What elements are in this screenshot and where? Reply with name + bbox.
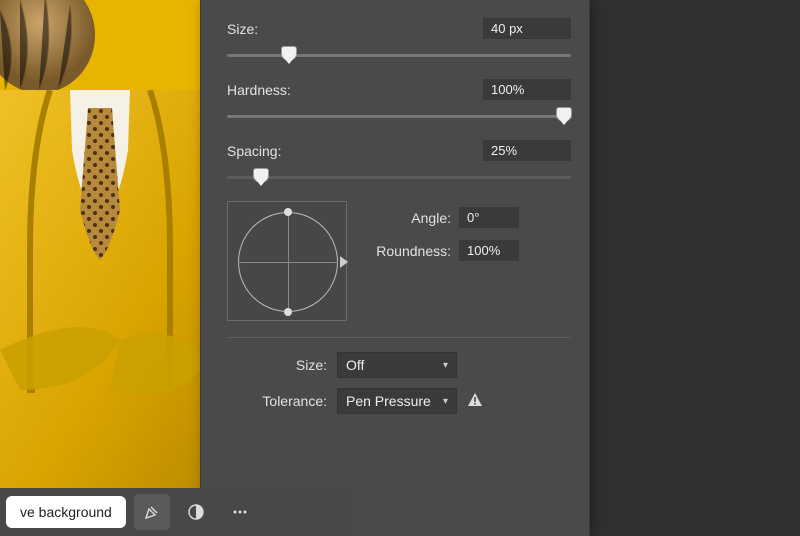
dyn-size-value: Off bbox=[346, 357, 364, 373]
dyn-tolerance-select[interactable]: Pen Pressure ▾ bbox=[337, 388, 457, 414]
more-icon[interactable] bbox=[222, 494, 258, 530]
hardness-input[interactable]: 100% bbox=[483, 79, 571, 100]
divider bbox=[227, 337, 571, 338]
slider-track bbox=[227, 176, 571, 179]
brush-settings-panel: Size: 40 px Hardness: 100% Spacing: 25% bbox=[200, 0, 590, 536]
remove-background-button[interactable]: ve background bbox=[6, 496, 126, 528]
roundness-handle-bottom[interactable] bbox=[284, 308, 292, 316]
size-slider-thumb[interactable] bbox=[281, 46, 297, 60]
size-label: Size: bbox=[227, 21, 258, 37]
spacing-slider[interactable] bbox=[227, 167, 571, 187]
chevron-down-icon: ▾ bbox=[443, 360, 448, 371]
preview-jacket bbox=[0, 90, 200, 500]
warning-icon bbox=[467, 392, 483, 411]
dyn-tolerance-value: Pen Pressure bbox=[346, 393, 431, 409]
bottom-toolbar: ve background bbox=[0, 488, 350, 536]
pen-tool-icon[interactable] bbox=[134, 494, 170, 530]
spacing-label: Spacing: bbox=[227, 143, 281, 159]
crosshair-v bbox=[288, 212, 289, 312]
hardness-slider[interactable] bbox=[227, 106, 571, 126]
hardness-slider-thumb[interactable] bbox=[556, 107, 572, 121]
chevron-down-icon: ▾ bbox=[443, 396, 448, 407]
roundness-label: Roundness: bbox=[365, 243, 451, 259]
size-slider[interactable] bbox=[227, 45, 571, 65]
dyn-tolerance-label: Tolerance: bbox=[227, 393, 327, 409]
size-input[interactable]: 40 px bbox=[483, 18, 571, 39]
spacing-input[interactable]: 25% bbox=[483, 140, 571, 161]
hardness-label: Hardness: bbox=[227, 82, 291, 98]
angle-input[interactable]: 0° bbox=[459, 207, 519, 228]
roundness-input[interactable]: 100% bbox=[459, 240, 519, 261]
slider-track bbox=[227, 115, 571, 118]
adjustment-icon[interactable] bbox=[178, 494, 214, 530]
roundness-handle-top[interactable] bbox=[284, 208, 292, 216]
spacing-slider-thumb[interactable] bbox=[253, 168, 269, 182]
canvas-preview[interactable] bbox=[0, 0, 200, 500]
dyn-size-label: Size: bbox=[227, 357, 327, 373]
dyn-size-select[interactable]: Off ▾ bbox=[337, 352, 457, 378]
angle-arrow-icon[interactable] bbox=[340, 256, 348, 268]
slider-track bbox=[227, 54, 571, 57]
angle-label: Angle: bbox=[365, 210, 451, 226]
angle-roundness-widget[interactable] bbox=[227, 201, 347, 321]
